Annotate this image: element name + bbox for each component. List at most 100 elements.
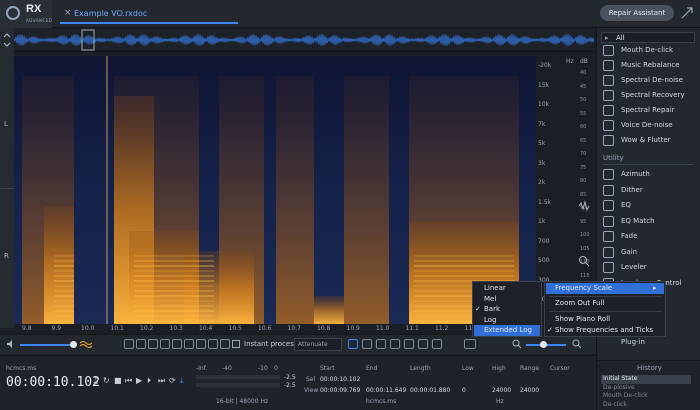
repair-assistant-button[interactable]: Repair Assistant [600, 5, 674, 21]
utility-module-item[interactable]: Leveler [603, 261, 697, 276]
db-tick-label: 80 [580, 178, 587, 184]
module-item[interactable]: Voice De-noise [603, 119, 697, 134]
time-selection-icon[interactable] [196, 339, 206, 349]
logo-text: RX [26, 3, 42, 15]
history-item[interactable]: Mouth De-click [603, 392, 648, 399]
scale-option[interactable]: Linear [484, 284, 506, 292]
zoom-in-time-icon[interactable] [124, 339, 134, 349]
menu-separator [549, 296, 661, 297]
utility-module-item[interactable]: Azimuth [603, 168, 697, 183]
utility-module-item[interactable]: Gain [603, 246, 697, 261]
freq-select-icon[interactable] [376, 339, 386, 349]
module-label: Leveler [621, 263, 647, 271]
utility-module-item[interactable]: EQ [603, 199, 697, 214]
zoom-selection-icon[interactable] [148, 339, 158, 349]
view-length-value[interactable]: 00:00:01.880 [410, 387, 450, 394]
document-tab[interactable]: × Example VO.rxdoc [60, 6, 238, 24]
utility-module-item[interactable]: Dither [603, 184, 697, 199]
instant-process-mode-select[interactable]: Attenuate [294, 338, 342, 351]
plugin-item[interactable]: Plug-in [621, 338, 645, 346]
range-value[interactable]: 24000 [520, 387, 539, 394]
harmonic-select-icon[interactable] [418, 339, 428, 349]
utility-module-item[interactable]: EQ Match [603, 215, 697, 230]
channel-selector[interactable]: L R [0, 52, 14, 328]
logo-mark-icon [6, 6, 20, 20]
menu-item-zoom-out-full[interactable]: Zoom Out Full [555, 299, 604, 307]
spectrogram-view[interactable] [14, 56, 536, 324]
instant-process-label: Instant process [244, 340, 298, 348]
module-item[interactable]: Wow & Flutter [603, 134, 697, 149]
zoom-tool-icon[interactable] [184, 339, 194, 349]
settings-icon[interactable] [432, 339, 442, 349]
menu-item-frequency-scale[interactable]: Frequency Scale [555, 284, 612, 292]
low-value[interactable]: 0 [462, 387, 466, 394]
record-icon[interactable]: ⤓ [180, 376, 184, 386]
history-item[interactable]: De-click [603, 401, 627, 408]
high-value[interactable]: 24000 [492, 387, 511, 394]
utility-module-item[interactable]: Fade [603, 230, 697, 245]
brush-tool-icon[interactable] [220, 339, 230, 349]
module-icon [603, 90, 614, 101]
volume-icon[interactable] [6, 339, 16, 349]
cycle-icon[interactable]: ⟳ [169, 376, 176, 385]
play-selection-icon[interactable]: ⏵ [147, 376, 151, 386]
zoom-fit-icon[interactable] [160, 339, 170, 349]
waveform-toggle-icon[interactable] [578, 200, 590, 212]
stop-icon[interactable]: ■ [114, 376, 122, 385]
view-end-value[interactable]: 00:00:11.649 [366, 387, 406, 394]
module-item[interactable]: Spectral Repair [603, 104, 697, 119]
length-header: Length [410, 365, 431, 372]
menu-item-show-frequencies[interactable]: Show Frequencies and Ticks [555, 326, 653, 334]
headphones-icon[interactable]: ♫ [92, 376, 99, 385]
module-item[interactable]: Spectral De-noise [603, 74, 697, 89]
scale-option[interactable]: Mel [484, 295, 496, 303]
view-label: View [304, 387, 319, 394]
db-tick-label: 45 [580, 83, 587, 90]
zoom-out-icon[interactable] [512, 339, 522, 349]
spectrogram-settings-icon[interactable] [464, 339, 476, 349]
spectral-repair-tool-icon[interactable] [348, 339, 358, 349]
channel-left-label[interactable]: L [4, 120, 8, 128]
view-start-value[interactable]: 00:00:09.769 [320, 387, 360, 394]
module-item[interactable]: Spectral Recovery [603, 89, 697, 104]
zoom-out-time-icon[interactable] [136, 339, 146, 349]
close-tab-icon[interactable]: × [64, 8, 72, 18]
volume-slider-thumb[interactable] [70, 341, 77, 348]
expand-icon[interactable] [680, 6, 694, 20]
volume-slider[interactable] [20, 344, 72, 346]
module-item[interactable]: Music Rebalance [603, 59, 697, 74]
menu-item-show-piano-roll[interactable]: Show Piano Roll [555, 315, 610, 323]
scale-option[interactable]: Log [484, 316, 497, 324]
history-item[interactable]: Initial State [603, 375, 637, 382]
checkmark-icon: ✓ [475, 305, 481, 313]
low-header: Low [462, 365, 474, 372]
module-icon [603, 105, 614, 116]
module-filter-select[interactable]: ▸ All [601, 32, 695, 43]
zoom-in-icon[interactable] [572, 339, 582, 349]
time-format-label[interactable]: hcmcs.ms [6, 365, 36, 372]
overview-toggle[interactable] [0, 28, 14, 52]
scale-option[interactable]: Extended Log [484, 326, 532, 334]
sel-start-value[interactable]: 00:00:10.102 [320, 376, 360, 383]
history-item[interactable]: De-plosive [603, 384, 635, 391]
frequency-selection-icon[interactable] [208, 339, 218, 349]
instant-process-checkbox[interactable] [232, 340, 240, 348]
lasso-icon[interactable] [390, 339, 400, 349]
spectrogram-canvas[interactable] [14, 56, 536, 324]
energy-band [184, 251, 254, 324]
loop-icon[interactable]: ↻ [103, 376, 110, 385]
zoom-slider-thumb[interactable] [540, 341, 547, 348]
play-icon[interactable]: ▶ [136, 376, 142, 385]
app-logo: RX ADVANCED [0, 0, 52, 28]
waveform-overview[interactable] [13, 28, 596, 52]
next-icon[interactable]: ⏭ [158, 376, 165, 386]
scale-option[interactable]: Bark [484, 305, 500, 313]
module-item[interactable]: Mouth De-click [603, 44, 697, 59]
prev-icon[interactable]: ⏮ [125, 376, 132, 386]
zoom-freq-icon[interactable] [578, 255, 590, 267]
waveform-spectrogram-blend-icon[interactable] [79, 339, 93, 349]
hand-tool-icon[interactable] [172, 339, 182, 349]
rectangle-select-icon[interactable] [362, 339, 372, 349]
magic-wand-icon[interactable] [404, 339, 414, 349]
channel-right-label[interactable]: R [4, 252, 9, 260]
